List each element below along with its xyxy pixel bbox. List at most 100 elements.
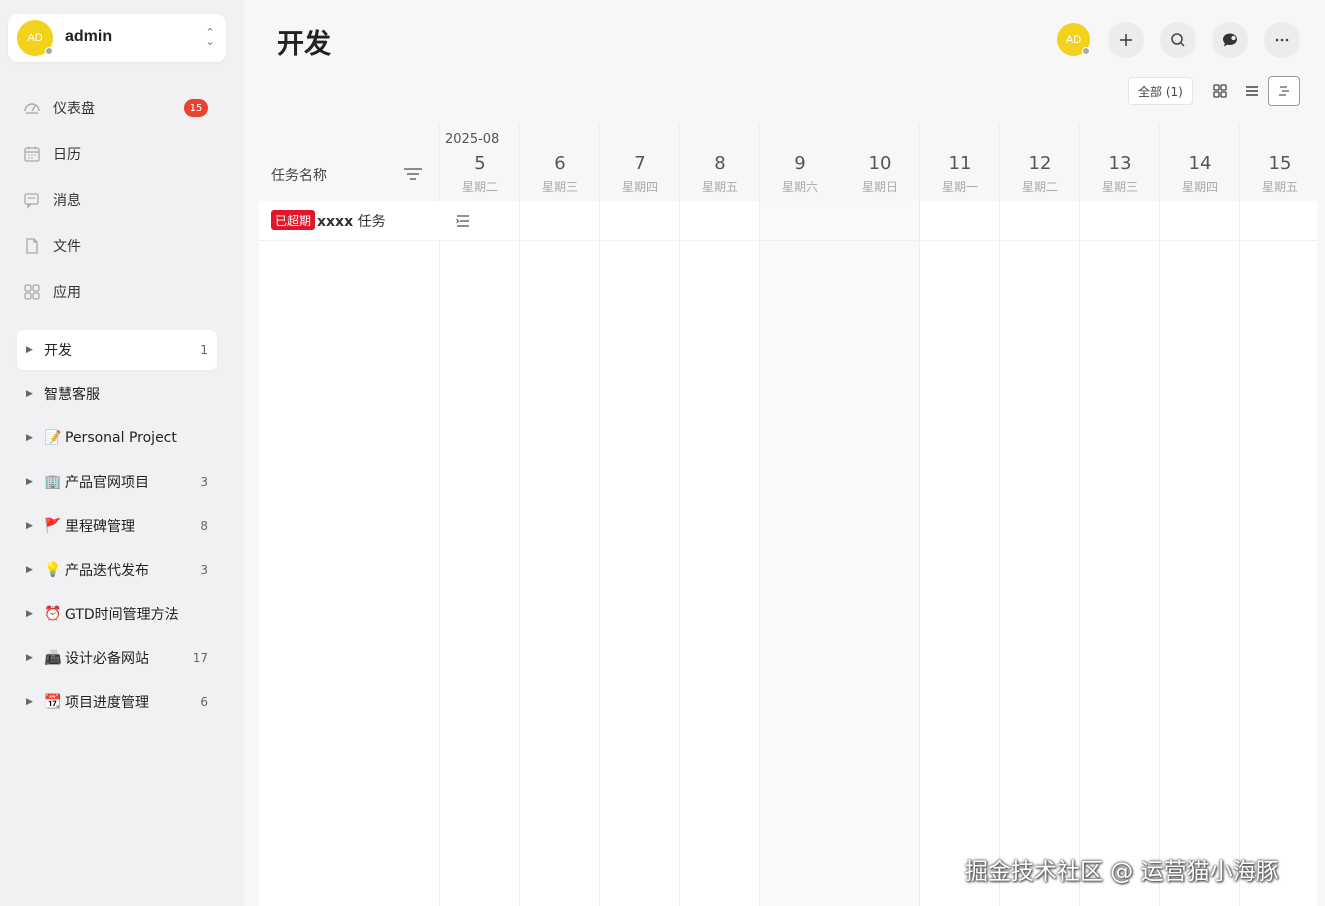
weekday-label: 星期三 <box>1101 180 1138 194</box>
nav-label: 消息 <box>53 193 81 209</box>
calendar-emoji-icon: 📆 <box>44 694 62 710</box>
caret-right-icon[interactable]: ▶ <box>26 609 36 619</box>
gantt-icon <box>1279 86 1289 96</box>
project-count: 6 <box>200 695 208 709</box>
nav-item-files[interactable]: 文件 <box>22 232 81 260</box>
plus-icon <box>1120 34 1132 46</box>
project-item[interactable]: ▶ 📠 设计必备网站 17 <box>17 638 217 678</box>
weekday-label: 星期四 <box>1181 180 1218 194</box>
nav-item-calendar[interactable]: 日历 <box>22 140 81 168</box>
weekday-label: 星期二 <box>1021 180 1058 194</box>
project-count: 8 <box>200 519 208 533</box>
sort-filter-button[interactable] <box>403 166 423 186</box>
project-label: Personal Project <box>65 430 177 446</box>
grid-icon <box>1213 84 1227 98</box>
project-item[interactable]: ▶ 📝 Personal Project <box>17 418 217 458</box>
day-number: 9 <box>794 153 806 174</box>
day-number: 14 <box>1188 153 1212 174</box>
gantt-view-button[interactable] <box>1268 76 1300 106</box>
more-button[interactable] <box>1264 22 1300 58</box>
avatar-initials: AD <box>27 32 43 44</box>
day-number: 15 <box>1268 153 1292 174</box>
day-number: 10 <box>868 153 892 174</box>
indent-list-icon <box>456 214 469 227</box>
nav-label: 日历 <box>53 147 81 163</box>
avatar: AD <box>17 20 53 56</box>
nav-label: 文件 <box>53 239 81 255</box>
day-column: 5 星期二 <box>439 125 519 906</box>
status-badge: 已超期 <box>271 210 316 230</box>
day-number: 6 <box>554 153 566 174</box>
project-item[interactable]: ▶ 📆 项目进度管理 6 <box>17 682 217 722</box>
member-avatar[interactable]: AD <box>1057 23 1090 56</box>
project-count: 3 <box>200 475 208 489</box>
task-title[interactable]: xxxx 任务 <box>317 211 386 231</box>
project-item-dev[interactable]: ▶ 开发 1 <box>17 330 217 370</box>
day-column: 8 星期五 <box>679 125 759 906</box>
project-item[interactable]: ▶ 💡 产品迭代发布 3 <box>17 550 217 590</box>
message-icon <box>22 190 42 210</box>
caret-right-icon[interactable]: ▶ <box>26 345 36 355</box>
day-number: 7 <box>634 153 646 174</box>
project-count: 17 <box>192 651 208 665</box>
more-icon <box>1275 38 1289 42</box>
gantt-chart: 任务名称 2025-08 5 星期二 6 星期三 7 星期四 8 星期五 9 星期六 10… <box>259 125 1317 906</box>
day-column: 14 星期四 <box>1159 125 1239 906</box>
caret-right-icon[interactable]: ▶ <box>26 433 36 443</box>
caret-right-icon[interactable]: ▶ <box>26 477 36 487</box>
lightbulb-icon: 💡 <box>44 562 62 578</box>
avatar-initials: AD <box>1065 33 1082 46</box>
day-column: 10 星期日 <box>839 125 919 906</box>
building-icon: 🏢 <box>44 474 62 490</box>
dashboard-icon <box>22 98 42 118</box>
nav-item-apps[interactable]: 应用 <box>22 278 81 306</box>
day-column: 6 星期三 <box>519 125 599 906</box>
project-item[interactable]: ▶ ⏰ GTD时间管理方法 <box>17 594 217 634</box>
nav-label: 应用 <box>53 285 81 301</box>
project-item[interactable]: ▶ 智慧客服 <box>17 374 217 414</box>
day-column: 15 星期五 <box>1239 125 1317 906</box>
day-number: 11 <box>948 153 972 174</box>
caret-right-icon[interactable]: ▶ <box>26 653 36 663</box>
board-view-button[interactable] <box>1205 77 1235 105</box>
day-number: 8 <box>714 153 726 174</box>
weekday-label: 星期日 <box>861 180 898 194</box>
memo-icon: 📝 <box>44 430 62 446</box>
weekday-label: 星期二 <box>461 180 498 194</box>
project-label: 开发 <box>44 343 72 359</box>
task-name-column-header: 任务名称 <box>271 168 327 184</box>
search-button[interactable] <box>1160 22 1196 58</box>
caret-right-icon[interactable]: ▶ <box>26 389 36 399</box>
nav-item-dashboard[interactable]: 仪表盘 15 <box>22 94 208 122</box>
day-number: 12 <box>1028 153 1052 174</box>
project-item[interactable]: ▶ 🚩 里程碑管理 8 <box>17 506 217 546</box>
filter-all-button[interactable]: 全部 (1) <box>1128 77 1193 105</box>
add-button[interactable] <box>1108 22 1144 58</box>
calendar-icon <box>22 144 42 164</box>
project-label: GTD时间管理方法 <box>65 607 179 623</box>
apps-icon <box>22 282 42 302</box>
caret-right-icon[interactable]: ▶ <box>26 565 36 575</box>
project-label: 里程碑管理 <box>65 519 135 535</box>
day-number: 13 <box>1108 153 1132 174</box>
weekday-label: 星期一 <box>941 180 978 194</box>
task-bar[interactable] <box>439 201 518 240</box>
day-column: 7 星期四 <box>599 125 679 906</box>
project-item[interactable]: ▶ 🏢 产品官网项目 3 <box>17 462 217 502</box>
page-title: 开发 <box>277 29 331 60</box>
chat-button[interactable] <box>1212 22 1248 58</box>
caret-right-icon[interactable]: ▶ <box>26 521 36 531</box>
presence-dot <box>1082 47 1090 55</box>
weekday-label: 星期六 <box>781 180 818 194</box>
nav-item-messages[interactable]: 消息 <box>22 186 81 214</box>
file-icon <box>22 236 42 256</box>
caret-right-icon[interactable]: ▶ <box>26 697 36 707</box>
project-label: 项目进度管理 <box>65 695 149 711</box>
list-view-button[interactable] <box>1237 77 1267 105</box>
project-label: 智慧客服 <box>44 387 100 403</box>
project-count: 3 <box>200 563 208 577</box>
user-switcher[interactable]: AD admin ⌃ ⌄ <box>8 14 226 62</box>
table-row[interactable]: 已超期 xxxx 任务 <box>259 201 1317 241</box>
presence-dot <box>45 47 53 55</box>
flag-icon: 🚩 <box>44 518 62 534</box>
